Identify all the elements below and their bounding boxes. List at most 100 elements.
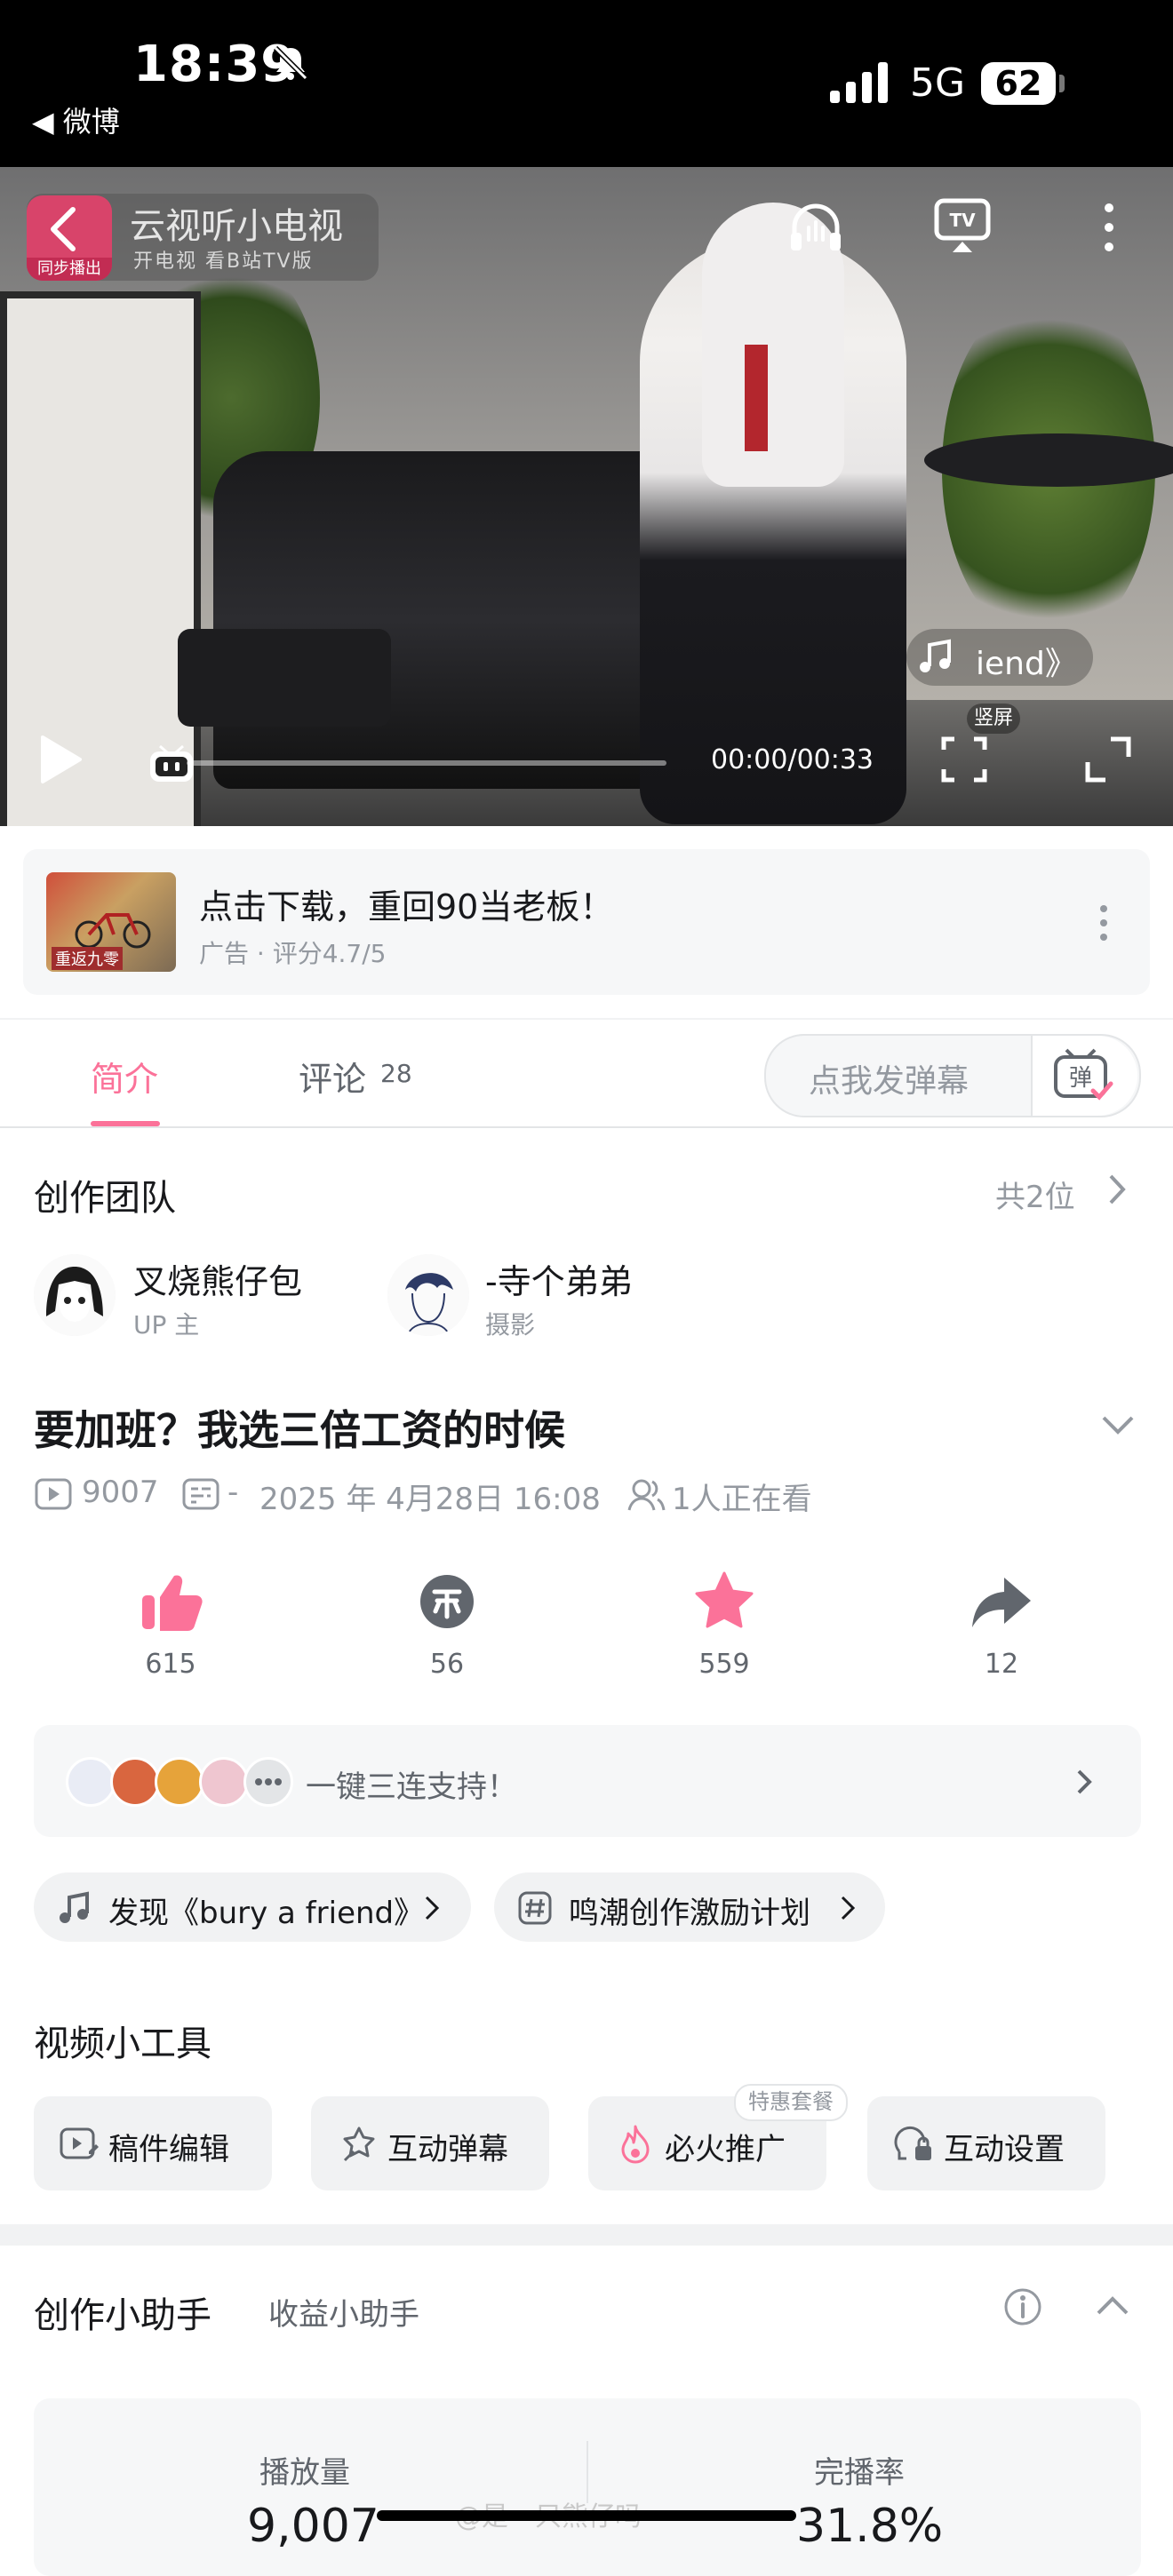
chevron-right-icon[interactable]: [1073, 1766, 1097, 1798]
favorite-icon[interactable]: [693, 1570, 755, 1631]
tab-comments-count: 28: [380, 1059, 412, 1088]
danmaku-placeholder[interactable]: 点我发弹幕: [809, 1055, 969, 1101]
ad-title[interactable]: 点击下载，重回90当老板！: [199, 879, 613, 928]
battery-indicator: 62: [981, 62, 1056, 105]
topic-label[interactable]: 鸣潮创作激励计划: [569, 1888, 810, 1932]
video-title: 要加班？我选三倍工资的时候: [34, 1406, 565, 1454]
info-icon[interactable]: [1002, 2286, 1043, 2327]
member-role: 摄影: [485, 1310, 536, 1340]
avatar-girl-icon: [34, 1254, 116, 1336]
signal-icon: [830, 62, 888, 103]
danmaku-count: -: [227, 1475, 239, 1510]
stat-label: 播放量: [259, 2455, 350, 2491]
watching-now: 1人正在看: [672, 1482, 812, 1517]
ad-thumbnail-caption: 重返九零: [52, 947, 123, 970]
interactive-danmaku-icon: [343, 2127, 375, 2162]
avatar: [110, 1757, 160, 1807]
avatar: [66, 1757, 116, 1807]
tools-title: 视频小工具: [34, 2023, 211, 2064]
share-icon[interactable]: [970, 1574, 1033, 1629]
like-icon[interactable]: [140, 1572, 203, 1631]
tv-app-name: 云视听小电视: [130, 206, 343, 247]
hashtag-icon: [518, 1891, 552, 1925]
music-note-icon: [920, 639, 951, 672]
tab-intro[interactable]: 简介: [91, 1052, 158, 1101]
fullscreen-icon[interactable]: [1084, 735, 1132, 783]
cast-tv-icon[interactable]: TV: [933, 197, 992, 254]
play-icon[interactable]: [36, 732, 85, 787]
bgm-chip[interactable]: iend》: [906, 629, 1093, 686]
avatar: [199, 1757, 249, 1807]
ellipsis-icon: [255, 1778, 282, 1785]
chevron-down-icon[interactable]: [1098, 1412, 1137, 1439]
tab-comments[interactable]: 评论: [299, 1052, 366, 1101]
progress-track[interactable]: [187, 760, 666, 766]
video-scene-fax: [178, 629, 391, 727]
vertical-mode-label: 竖屏: [967, 704, 1020, 734]
chevron-right-icon: [425, 1896, 440, 1920]
more-vertical-icon[interactable]: [1095, 199, 1123, 256]
team-count[interactable]: 共2位: [995, 1173, 1075, 1216]
ad-more-icon[interactable]: [1093, 902, 1114, 943]
interactive-danmaku-label[interactable]: 互动弹幕: [387, 2125, 508, 2168]
chevron-right-icon: [841, 1896, 856, 1920]
member-role: UP 主: [133, 1310, 200, 1340]
assistant-title[interactable]: 创作小助手: [34, 2286, 211, 2338]
status-bar: 18:39 ◀ 微博 5G 62: [0, 0, 1173, 167]
avatar[interactable]: [34, 1254, 116, 1336]
music-icon: [60, 1891, 89, 1923]
avatar-boy-sketch-icon: [387, 1254, 469, 1336]
edit-video-icon: [60, 2127, 99, 2159]
tv-app-tagline: 开电视 看B站TV版: [133, 250, 314, 273]
home-indicator[interactable]: [377, 2510, 796, 2521]
member-name[interactable]: -寺个弟弟: [485, 1254, 633, 1303]
view-count: 9007: [82, 1475, 159, 1510]
viewers-icon: [627, 1479, 666, 1511]
stat-value: 31.8%: [796, 2500, 944, 2553]
video-scene-tie: [745, 345, 768, 451]
interaction-settings-icon: [894, 2126, 931, 2160]
svg-text:TV: TV: [949, 210, 976, 231]
like-count: 615: [145, 1649, 196, 1680]
promo-badge: 特惠套餐: [734, 2084, 848, 2121]
avatar[interactable]: [387, 1254, 469, 1336]
video-player[interactable]: 同步播出 云视听小电视 开电视 看B站TV版 TV iend》 竖屏 00:00…: [0, 167, 1173, 826]
danmaku-tv-icon: 弹: [1054, 1048, 1113, 1101]
svg-text:弹: 弹: [1069, 1065, 1092, 1092]
bgm-chip-label: iend》: [976, 646, 1077, 682]
share-count: 12: [984, 1649, 1019, 1680]
bicycle-icon: [75, 913, 151, 949]
danmaku-count-icon: [182, 1478, 219, 1510]
stat-label: 完播率: [814, 2455, 905, 2491]
danmaku-toggle-button[interactable]: 弹: [1031, 1036, 1137, 1116]
back-arrow-icon[interactable]: [43, 203, 87, 256]
section-divider: [0, 2224, 1173, 2246]
bgm-discover-label[interactable]: 发现《bury a friend》: [108, 1888, 424, 1932]
video-scene-table: [924, 433, 1173, 487]
promote-label[interactable]: 必火推广: [665, 2125, 786, 2168]
member-name[interactable]: 叉烧熊仔包: [133, 1254, 302, 1303]
coin-count: 56: [429, 1649, 465, 1680]
triple-support-text[interactable]: 一键三连支持！: [306, 1762, 517, 1806]
avatar: [155, 1757, 204, 1807]
favorite-count: 559: [698, 1649, 750, 1680]
tabs-divider: [0, 1126, 1173, 1128]
interaction-settings-label[interactable]: 互动设置: [944, 2125, 1065, 2168]
back-to-app-link[interactable]: ◀ 微博: [32, 99, 120, 140]
coin-icon[interactable]: [418, 1572, 476, 1631]
edit-video-label[interactable]: 稿件编辑: [108, 2125, 229, 2168]
battery-cap: [1059, 75, 1065, 92]
network-type: 5G: [910, 60, 966, 106]
divider: [0, 1018, 1173, 1020]
play-time: 00:00/00:33: [711, 744, 874, 775]
revenue-assistant-tab[interactable]: 收益小助手: [268, 2290, 419, 2334]
chevron-up-icon[interactable]: [1093, 2292, 1132, 2318]
publish-date: 2025 年 4月28日 16:08: [259, 1482, 601, 1517]
play-count-icon: [35, 1478, 72, 1510]
flame-icon: [621, 2125, 650, 2164]
vertical-fullscreen-icon[interactable]: [940, 735, 988, 783]
team-title: 创作团队: [34, 1178, 176, 1219]
stat-value: 9,007: [247, 2500, 379, 2553]
chevron-right-icon[interactable]: [1105, 1171, 1129, 1208]
headphones-icon[interactable]: [786, 197, 846, 258]
